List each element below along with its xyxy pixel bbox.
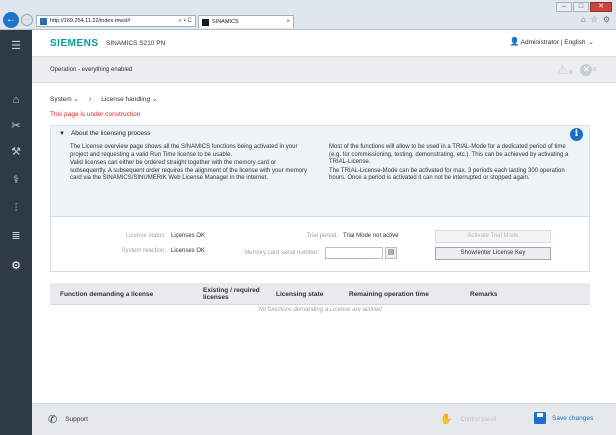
user-icon: 👤 — [509, 37, 520, 46]
column-header[interactable]: Remarks — [470, 283, 530, 305]
info-panel-title: About the licensing process — [70, 130, 151, 137]
user-label: Administrator | English — [520, 38, 586, 46]
serial-number-label: Memory card serial number: — [244, 250, 319, 256]
status-bar: Operation - everything enabled ⚠0 ✕ 0 — [32, 57, 616, 83]
menu-icon[interactable]: ☰ — [6, 38, 26, 54]
save-icon — [534, 412, 546, 424]
support-button[interactable]: ✆ Support — [48, 413, 88, 426]
tab-favicon — [202, 18, 209, 26]
browser-toolbar: – □ ✕ ← → http://169.254.11.22/index.mws… — [0, 0, 616, 30]
errors-count: 0 — [593, 66, 596, 73]
system-settings-icon[interactable]: ⚙ — [6, 258, 26, 274]
alarm-indicators: ⚠0 ✕ 0 — [557, 63, 596, 76]
breadcrumb-license[interactable]: License handling ⌄ — [101, 95, 157, 103]
collapse-caret-icon: ▼ — [59, 130, 65, 137]
info-panel-header[interactable]: ▼ About the licensing process — [59, 130, 150, 137]
system-reaction-label: System reaction: — [121, 248, 166, 254]
tab-title: SINAMICS — [212, 19, 239, 25]
save-label: Save changes — [552, 414, 594, 422]
operation-status: Operation - everything enabled — [50, 67, 133, 73]
show-license-key-button[interactable]: Show/enter License Key — [435, 247, 551, 260]
info-left-column: The License overview page shows all the … — [70, 144, 310, 184]
back-button[interactable]: ← — [3, 12, 19, 28]
support-label: Support — [65, 416, 88, 423]
system-reaction-value: Licenses OK — [171, 248, 206, 254]
page-favicon — [40, 17, 47, 25]
icon-sidebar: ☰ ⌂ ✂ ⚒ ⚕ ⫶ ≣ ⚙ — [0, 30, 32, 435]
chevron-down-icon: ⌄ — [588, 39, 594, 46]
info-paragraph: The License overview page shows all the … — [70, 144, 298, 158]
tools-icon[interactable]: ✂ — [6, 118, 26, 134]
tab-close-icon[interactable]: × — [286, 19, 293, 25]
device-name: SINAMICS S210 PN — [106, 40, 166, 47]
backup-icon[interactable]: ≣ — [6, 228, 26, 244]
minimize-button[interactable]: – — [556, 2, 572, 12]
license-status-panel: License status: Licenses OK System react… — [50, 216, 590, 272]
errors-indicator[interactable]: ✕ 0 — [580, 63, 596, 76]
address-text[interactable]: http://169.254.11.22/index.mwsl# — [50, 18, 178, 24]
breadcrumb: System ⌄ › License handling ⌄ — [50, 95, 157, 104]
info-icon: i — [570, 128, 583, 141]
info-paragraph: The TRIAL-License-Mode can be activated … — [329, 167, 565, 182]
info-paragraph: Most of the functions will allow to be u… — [329, 144, 569, 166]
info-paragraph: Valid licenses can either be ordered str… — [70, 160, 308, 182]
activate-trial-button[interactable]: Activate Trial Mode — [435, 230, 551, 243]
column-header[interactable]: Remaining operation time — [349, 283, 459, 305]
favorites-icon[interactable]: ☆ — [591, 15, 598, 24]
breadcrumb-system[interactable]: System ⌄ — [50, 95, 79, 103]
error-icon: ✕ — [580, 63, 593, 76]
serial-number-input[interactable] — [325, 247, 383, 259]
construction-notice: This page is under construction — [50, 111, 141, 118]
info-right-column: Most of the functions will allow to be u… — [329, 144, 579, 184]
license-table-header: Function demanding a license Existing / … — [50, 283, 590, 305]
home-nav-icon[interactable]: ⌂ — [6, 92, 26, 108]
warning-icon: ⚠ — [556, 62, 569, 77]
table-empty-message: No functions demanding a License are act… — [258, 307, 382, 313]
warnings-indicator[interactable]: ⚠0 — [557, 63, 572, 76]
browser-right-icons: ⌂ ☆ ⚙ — [581, 15, 610, 24]
column-header[interactable]: Existing / required licenses — [203, 283, 271, 305]
siemens-logo: SIEMENS — [50, 38, 99, 49]
save-changes-button[interactable]: Save changes — [534, 412, 593, 424]
home-icon[interactable]: ⌂ — [581, 15, 586, 24]
main-area: SIEMENS SINAMICS S210 PN 👤 Administrator… — [32, 30, 616, 435]
chevron-right-icon: › — [88, 95, 92, 103]
license-status-value: Licenses OK — [171, 233, 206, 239]
trial-period-value: Trial Mode not active — [343, 233, 399, 239]
settings-icon[interactable]: ⚙ — [603, 15, 610, 24]
window-controls: – □ ✕ — [556, 2, 612, 12]
phone-icon: ✆ — [48, 414, 58, 426]
parameters-icon[interactable]: ⫶ — [6, 200, 26, 216]
footer-bar: ✆ Support ✋ Control panel Save changes — [32, 403, 616, 435]
user-menu[interactable]: 👤 Administrator | English ⌄ — [509, 37, 594, 47]
column-header[interactable]: Licensing state — [276, 283, 346, 305]
app-header: SIEMENS SINAMICS S210 PN 👤 Administrator… — [32, 30, 616, 57]
hand-icon: ✋ — [440, 414, 453, 425]
browser-tab[interactable]: SINAMICS × — [198, 15, 294, 28]
trial-period-label: Trial period: — [306, 233, 338, 239]
address-actions-icon[interactable]: ⌕ ▾ C — [178, 18, 195, 25]
warnings-count: 0 — [569, 70, 573, 76]
close-window-button[interactable]: ✕ — [590, 2, 612, 12]
address-bar[interactable]: http://169.254.11.22/index.mwsl# ⌕ ▾ C — [36, 15, 196, 27]
forward-button[interactable]: → — [21, 14, 33, 26]
maximize-button[interactable]: □ — [573, 2, 589, 12]
license-status-label: License status: — [125, 233, 166, 239]
commissioning-icon[interactable]: ⚒ — [6, 144, 26, 160]
column-header[interactable]: Function demanding a license — [60, 283, 185, 305]
control-panel-label: Control panel — [460, 416, 497, 423]
diagnostics-icon[interactable]: ⚕ — [6, 172, 26, 188]
control-panel-button[interactable]: ✋ Control panel — [440, 414, 496, 425]
read-serial-button[interactable]: ▤ — [385, 247, 397, 259]
